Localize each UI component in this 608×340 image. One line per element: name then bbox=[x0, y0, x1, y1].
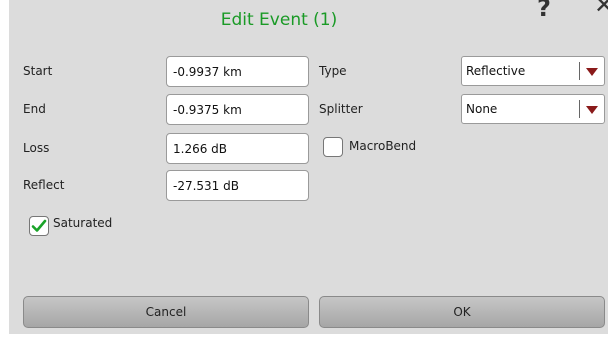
reflect-label: Reflect bbox=[23, 178, 65, 192]
end-label: End bbox=[23, 102, 46, 116]
splitter-selected-value: None bbox=[466, 102, 498, 116]
loss-field[interactable] bbox=[166, 133, 309, 164]
macrobend-checkbox[interactable] bbox=[323, 137, 343, 157]
saturated-checkbox[interactable] bbox=[29, 216, 49, 236]
splitter-dropdown[interactable]: None bbox=[461, 94, 605, 124]
reflect-field[interactable] bbox=[166, 170, 309, 201]
start-field[interactable] bbox=[166, 56, 309, 87]
start-label: Start bbox=[23, 64, 53, 78]
saturated-label: Saturated bbox=[53, 216, 113, 230]
ok-button[interactable]: OK bbox=[319, 296, 605, 328]
dialog-title: Edit Event (1) bbox=[220, 10, 338, 30]
edit-event-dialog: Edit Event (1) ? ✕ Start End Loss Reflec… bbox=[9, 0, 608, 334]
type-dropdown[interactable]: Reflective bbox=[461, 56, 605, 86]
chevron-down-icon bbox=[586, 106, 598, 114]
macrobend-label: MacroBend bbox=[349, 139, 417, 153]
help-icon[interactable]: ? bbox=[537, 0, 551, 22]
chevron-down-icon bbox=[586, 68, 598, 76]
checkmark-icon bbox=[31, 219, 47, 232]
end-field[interactable] bbox=[166, 94, 309, 125]
loss-label: Loss bbox=[23, 141, 50, 155]
type-label: Type bbox=[319, 64, 347, 78]
cancel-button[interactable]: Cancel bbox=[23, 296, 309, 328]
dropdown-divider bbox=[579, 100, 580, 118]
dropdown-divider bbox=[579, 62, 580, 80]
close-icon[interactable]: ✕ bbox=[594, 0, 608, 19]
splitter-label: Splitter bbox=[319, 102, 363, 116]
type-selected-value: Reflective bbox=[466, 64, 526, 78]
